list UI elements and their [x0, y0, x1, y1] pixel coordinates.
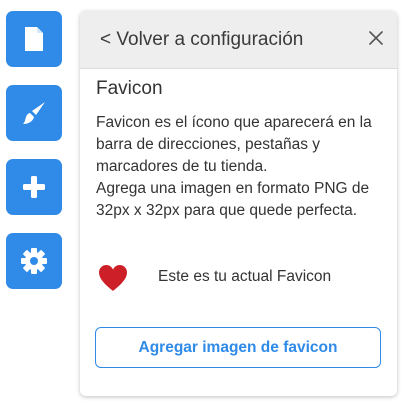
favicon-description: Favicon es el ícono que aparecerá en la … — [96, 112, 386, 222]
description-paragraph-1: Favicon es el ícono que aparecerá en la … — [96, 114, 372, 175]
favicon-settings-panel: < Volver a configuración Favicon Favicon… — [80, 11, 397, 396]
sidebar-item-pages[interactable] — [6, 11, 62, 67]
sidebar-item-add[interactable] — [6, 159, 62, 215]
panel-header: < Volver a configuración — [80, 11, 397, 69]
close-icon[interactable] — [365, 27, 387, 49]
current-favicon-label: Este es tu actual Favicon — [158, 268, 332, 285]
back-to-settings-link[interactable]: < Volver a configuración — [100, 29, 303, 51]
current-favicon-row: Este es tu actual Favicon — [98, 264, 388, 294]
plus-icon — [22, 175, 46, 199]
sidebar-item-settings[interactable] — [6, 233, 62, 289]
add-favicon-button[interactable]: Agregar imagen de favicon — [95, 327, 381, 368]
paintbrush-icon — [21, 100, 47, 126]
description-paragraph-2: Agrega una imagen en formato PNG de 32px… — [96, 180, 370, 219]
panel-title: Favicon — [96, 78, 163, 99]
sidebar-item-design[interactable] — [6, 85, 62, 141]
gear-icon — [20, 247, 48, 275]
document-icon — [24, 26, 44, 52]
heart-icon — [98, 264, 128, 297]
